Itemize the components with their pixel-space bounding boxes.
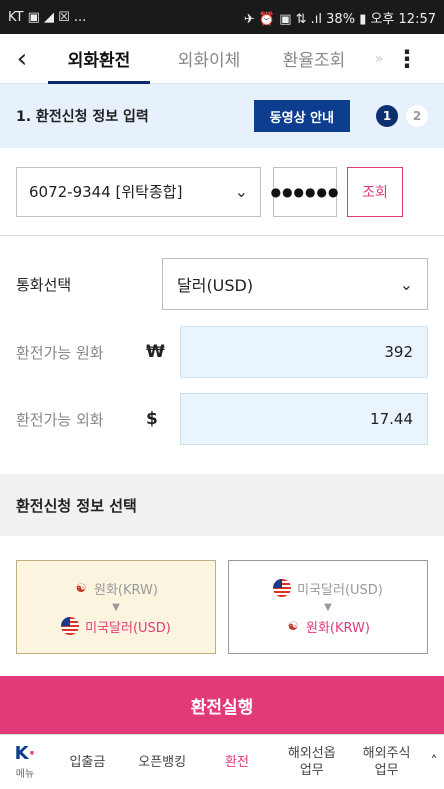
nav-exchange[interactable]: 환전	[200, 754, 275, 771]
arrow-down-icon: ▼	[112, 601, 120, 613]
step-indicator-1: 1	[376, 105, 398, 127]
account-row: 6072-9344 [위탁종합] ⌄ ●●●●●● 조회	[0, 148, 444, 236]
tab-fx-transfer[interactable]: 외화이체	[154, 34, 264, 84]
option-usd-to-krw[interactable]: 미국달러(USD) ▼ ☯ 원화(KRW)	[228, 560, 428, 654]
option-from: 미국달러(USD)	[273, 579, 383, 598]
option-to: 미국달러(USD)	[61, 617, 171, 636]
step-indicator-2: 2	[406, 105, 428, 127]
status-bar-left: KT ▣ ◢ ☒ ...	[8, 9, 87, 25]
step-title: 1. 환전신청 정보 입력	[16, 109, 149, 125]
execute-exchange-button[interactable]: 환전실행	[0, 676, 444, 734]
krw-amount: 392	[180, 326, 428, 378]
korea-flag-icon: ☯	[287, 619, 299, 633]
nav-overseas-stocks[interactable]: 해외주식 업무	[349, 745, 424, 779]
top-tab-bar: ‹ 외화환전 외화이체 환율조회 » ⋮	[0, 34, 444, 84]
tab-fx-exchange[interactable]: 외화환전	[44, 34, 154, 84]
dollar-symbol: $	[146, 409, 158, 429]
chevron-down-icon: ⌄	[399, 274, 413, 294]
korea-flag-icon: ☯	[75, 581, 87, 595]
option-to: ☯ 원화(KRW)	[286, 617, 370, 636]
k-logo-icon: K·	[14, 742, 36, 764]
more-tabs-icon[interactable]: »	[364, 51, 394, 67]
won-symbol: ₩	[146, 342, 165, 362]
back-chevron-icon[interactable]: ‹	[0, 34, 44, 84]
option-krw-to-usd[interactable]: ☯ 원화(KRW) ▼ 미국달러(USD)	[16, 560, 216, 654]
us-flag-icon	[61, 617, 80, 635]
status-bar: KT ▣ ◢ ☒ ... ✈ ⏰ ▣ ⇅ .ıl 38% ▮ 오후 12:57	[0, 0, 444, 34]
menu-button[interactable]: K· 메뉴	[0, 742, 50, 780]
exchange-form: 통화선택 달러(USD) ⌄ 환전가능 원화 ₩ 392 환전가능 외화 $ 1…	[0, 236, 444, 474]
kebab-menu-icon[interactable]: ⋮	[394, 45, 420, 73]
account-number: 6072-9344 [위탁종합]	[29, 183, 183, 201]
krw-label: 환전가능 원화	[16, 343, 104, 362]
chevron-up-icon[interactable]: ˄	[424, 754, 444, 770]
bottom-nav: K· 메뉴 입출금 오픈뱅킹 환전 해외선옵 업무 해외주식 업무 ˄	[0, 734, 444, 789]
step-bar: 1. 환전신청 정보 입력 동영상 안내 1 2	[0, 84, 444, 148]
option-to-label: 원화(KRW)	[306, 620, 370, 636]
currency-select[interactable]: 달러(USD) ⌄	[162, 258, 428, 310]
password-field[interactable]: ●●●●●●	[271, 166, 338, 217]
currency-label: 통화선택	[16, 275, 72, 294]
option-from: ☯ 원화(KRW)	[74, 579, 158, 598]
lookup-button[interactable]: 조회	[347, 166, 403, 217]
currency-value: 달러(USD)	[177, 276, 254, 295]
option-from-label: 원화(KRW)	[94, 582, 158, 598]
nav-deposit-withdraw[interactable]: 입출금	[50, 754, 125, 771]
nav-open-banking[interactable]: 오픈뱅킹	[125, 754, 200, 771]
section-title: 환전신청 정보 선택	[0, 474, 444, 536]
option-to-label: 미국달러(USD)	[85, 620, 171, 636]
fx-amount: 17.44	[180, 393, 428, 445]
fx-label: 환전가능 외화	[16, 410, 104, 429]
video-guide-button[interactable]: 동영상 안내	[253, 100, 350, 132]
exchange-direction-options: ☯ 원화(KRW) ▼ 미국달러(USD) 미국달러(USD) ▼ ☯ 원화(K…	[0, 536, 444, 654]
chevron-down-icon: ⌄	[234, 182, 248, 201]
arrow-down-icon: ▼	[324, 601, 332, 613]
status-bar-right: ✈ ⏰ ▣ ⇅ .ıl 38% ▮ 오후 12:57	[243, 11, 436, 27]
option-from-label: 미국달러(USD)	[297, 582, 383, 598]
tab-exchange-rate[interactable]: 환율조회	[264, 34, 364, 84]
us-flag-icon	[273, 579, 292, 597]
account-select[interactable]: 6072-9344 [위탁종합] ⌄	[16, 166, 261, 217]
menu-label: 메뉴	[15, 768, 35, 780]
nav-overseas-futures[interactable]: 해외선옵 업무	[274, 745, 349, 779]
